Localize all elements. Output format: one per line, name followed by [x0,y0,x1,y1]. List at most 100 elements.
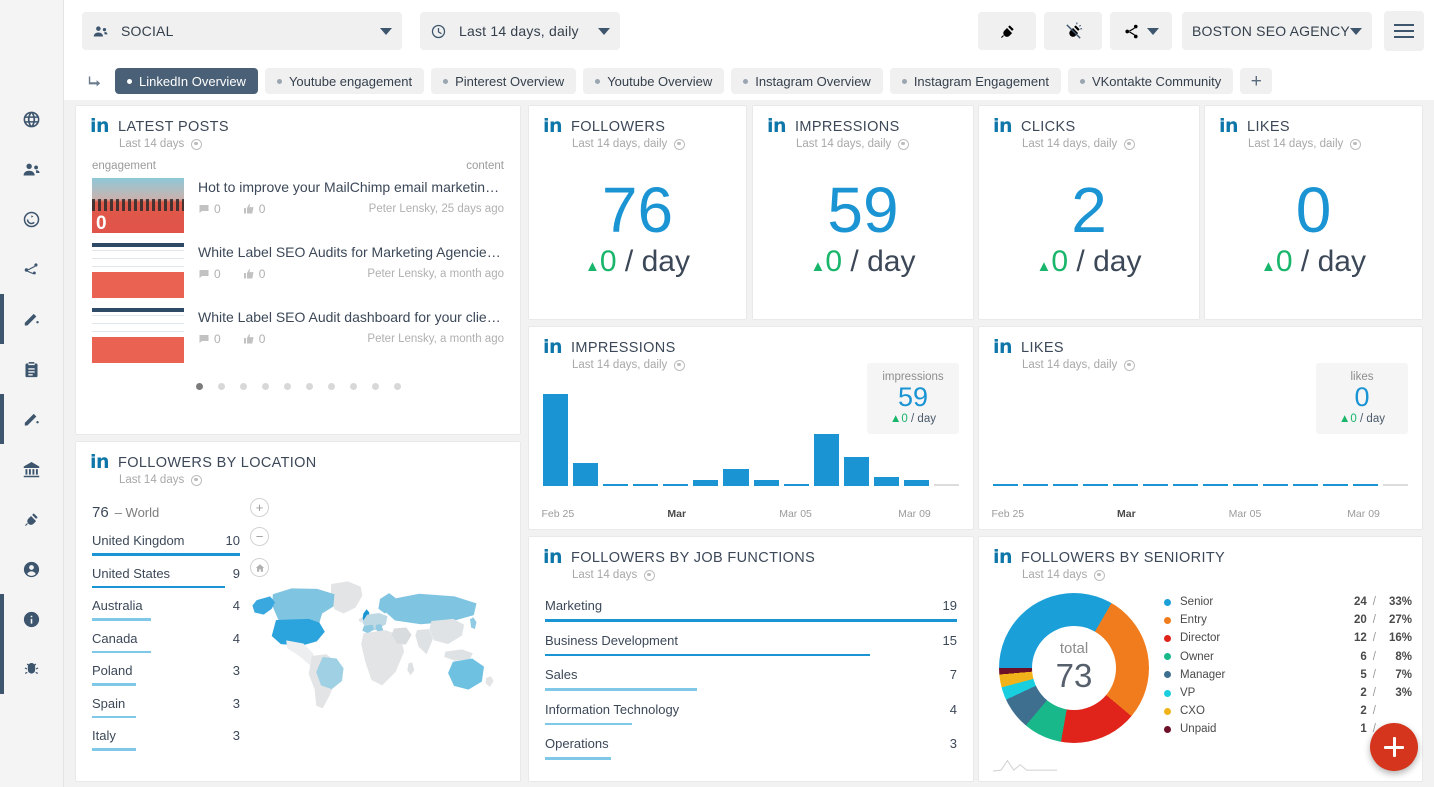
tab-linkedin-overview[interactable]: LinkedIn Overview [115,68,258,94]
map-zoom-out-button[interactable]: − [250,527,269,546]
people-icon [22,160,41,179]
list-item[interactable]: Poland3 [92,660,240,686]
list-item[interactable]: Operations3 [545,731,957,760]
kpi-delta-row: ▲0 / day [753,245,973,279]
pagination-dot[interactable] [328,383,335,390]
widget-title: FOLLOWERS [571,119,665,135]
legend-label: VP [1180,687,1343,699]
value-bar [92,716,136,719]
post-title: White Label SEO Audits for Marketing Age… [198,244,504,260]
linkedin-icon: in [543,339,562,356]
social-selector[interactable]: SOCIAL [82,12,402,50]
account-selector[interactable]: BOSTON SEO AGENCY [1182,12,1372,50]
target-icon [1124,139,1135,150]
map-home-button[interactable] [250,558,269,577]
post-thumbnail: 0 [92,243,184,298]
date-range-selector[interactable]: Last 14 days, daily [420,12,620,50]
sidebar-item-pen[interactable] [0,294,64,344]
list-item[interactable]: United States9 [92,563,240,589]
bar [874,477,899,486]
widget-followers-by-seniority: in FOLLOWERS BY SENIORITY Last 14 days t… [978,536,1423,782]
tab-youtube-engagement[interactable]: Youtube engagement [265,68,424,94]
sidebar-item-people[interactable] [0,144,64,194]
thumbs-up-icon [243,333,255,345]
tab-instagram-engagement[interactable]: Instagram Engagement [890,68,1061,94]
list-item[interactable]: 0Hot to improve your MailChimp email mar… [76,176,520,241]
widget-title: LATEST POSTS [118,119,229,135]
list-item[interactable]: Spain3 [92,693,240,719]
bar-series [993,391,1408,486]
pagination-dot[interactable] [394,383,401,390]
tab-youtube-overview[interactable]: Youtube Overview [583,68,724,94]
tab-pinterest-overview[interactable]: Pinterest Overview [431,68,576,94]
hamburger-menu-button[interactable] [1384,11,1424,51]
disconnect-button[interactable] [1044,12,1102,50]
legend-percent: 8% [1382,651,1412,663]
plug-connect-button[interactable] [978,12,1036,50]
sidebar-item-pen-edit[interactable] [0,394,64,444]
dashboard-canvas: in LATEST POSTS Last 14 days engagement … [64,100,1434,787]
pagination-dot[interactable] [284,383,291,390]
sidebar-item-bug[interactable] [0,644,64,694]
widget-title: FOLLOWERS BY JOB FUNCTIONS [571,550,815,566]
widget-header: in FOLLOWERS BY JOB FUNCTIONS Last 14 da… [529,537,973,581]
pagination-dot[interactable] [218,383,225,390]
country-value: 3 [233,728,240,743]
sidebar-item-plug[interactable] [0,494,64,544]
linkedin-icon: in [993,118,1012,135]
pagination-dot[interactable] [372,383,379,390]
pagination-dot[interactable] [240,383,247,390]
sidebar-item-globe[interactable] [0,94,64,144]
posts-column-headers: engagement content [76,150,520,176]
share-menu-button[interactable] [1110,12,1172,50]
legend-item: CXO2/ [1164,702,1412,720]
add-tab-button[interactable]: + [1240,68,1272,94]
legend-percent: 27% [1382,614,1412,626]
country-value: 4 [233,598,240,613]
list-item[interactable]: Italy3 [92,725,240,751]
widget-title: FOLLOWERS BY LOCATION [118,455,317,471]
value-bar [92,553,240,556]
country-name: Canada [92,631,138,646]
thumbs-up-icon [243,268,255,280]
list-item[interactable]: 0 White Label SEO Audits for Marketing Ag… [76,241,520,306]
sidebar-item-refresh-circle[interactable] [0,194,64,244]
sidebar-item-account[interactable] [0,544,64,594]
sidebar-item-clipboard[interactable] [0,344,64,394]
value-bar [92,748,136,751]
sidebar-item-bank[interactable] [0,444,64,494]
legend-value: 20 [1343,614,1367,626]
list-item[interactable]: Australia4 [92,595,240,621]
world-map[interactable]: + − [246,500,514,771]
list-item[interactable]: Business Development15 [545,628,957,657]
pagination-dot[interactable] [306,383,313,390]
list-item[interactable]: Canada4 [92,628,240,654]
target-icon [1124,360,1135,371]
post-title: Hot to improve your MailChimp email mark… [198,179,504,195]
list-item[interactable]: Marketing19 [545,593,957,622]
posts-pagination[interactable] [76,383,520,390]
list-item[interactable]: Information Technology4 [545,697,957,726]
post-author: Peter Lensky, 25 days ago [369,203,504,215]
pagination-dot[interactable] [262,383,269,390]
pagination-dot[interactable] [350,383,357,390]
sidebar-item-info[interactable] [0,594,64,644]
kpi-delta: 0 [1276,245,1293,278]
x-axis-tick: Mar [667,508,686,520]
world-total-label: – World [115,505,160,520]
pagination-dot[interactable] [196,383,203,390]
list-item[interactable]: United Kingdom10 [92,530,240,556]
sidebar-item-network-share[interactable] [0,244,64,294]
tab-instagram-overview[interactable]: Instagram Overview [731,68,883,94]
tab-label: Youtube Overview [607,74,712,89]
x-axis-tick: Mar [1117,508,1136,520]
linkedin-icon: in [767,118,786,135]
list-item[interactable]: Sales7 [545,662,957,691]
bank-icon [22,460,41,479]
tab-vkontakte-community[interactable]: VKontakte Community [1068,68,1233,94]
map-zoom-in-button[interactable]: + [250,498,269,517]
bar [1383,484,1408,486]
add-widget-fab[interactable] [1370,723,1418,771]
list-item[interactable]: 0White Label SEO Audit dashboard for you… [76,306,520,371]
widget-header: in FOLLOWERS BY LOCATION Last 14 days [76,442,520,486]
